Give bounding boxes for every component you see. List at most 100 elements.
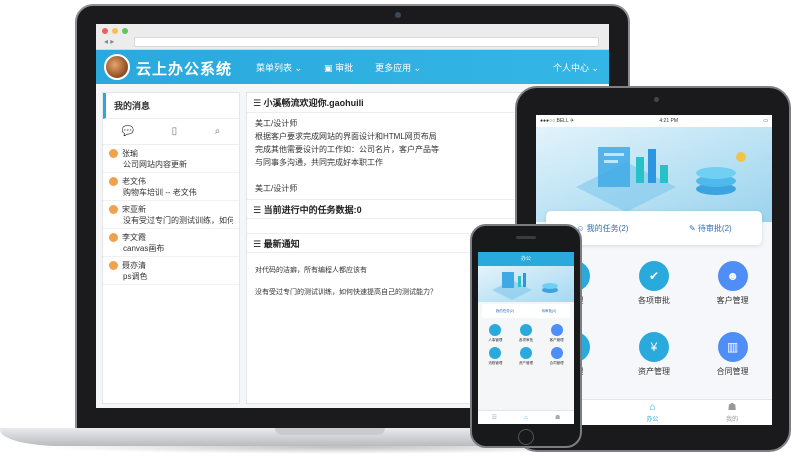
maximize-dot-icon[interactable] (122, 28, 128, 34)
app-tile-label: 客户管理 (716, 296, 749, 305)
laptop-camera (395, 12, 401, 18)
message-sender: 老文伟 (122, 177, 146, 186)
message-text: 公司网站内容更新 (123, 160, 187, 169)
person-icon[interactable]: ☗ (555, 414, 560, 421)
pending-approval-label: 待审批(2) (697, 223, 732, 233)
browser-nav-arrows-icon[interactable]: ◂ ▸ (104, 37, 114, 46)
avatar (109, 233, 118, 242)
menu-item-more-apps[interactable]: 更多应用 ⌄ (375, 61, 421, 74)
message-text: 没有受过专门的测试训练，如何快速提高... (123, 216, 233, 225)
app-tile[interactable]: ¥ 资产管理 (615, 332, 694, 395)
message-sender: 宋亚新 (122, 205, 146, 214)
tasks-title-text: 当前进行中的任务数据:0 (263, 205, 362, 215)
clock: 4:21 PM (659, 118, 678, 124)
app-tile-label: 资产管理 (518, 361, 533, 365)
asset-icon (519, 347, 532, 359)
home-icon: ⌂ (649, 402, 656, 413)
avatar (109, 261, 118, 270)
app-tile-label: 客户管理 (549, 338, 564, 342)
customer-icon (550, 324, 563, 336)
avatar (109, 149, 118, 158)
pending-approval-button[interactable]: 待审批(2) (541, 309, 556, 314)
folder-icon (489, 347, 502, 359)
message-text: 购物车培训 -- 老文伟 (123, 188, 197, 197)
laptop-notch (275, 428, 385, 435)
app-tile[interactable]: 合同管理 (541, 347, 572, 366)
my-tasks-button[interactable]: 我的任务(2) (496, 309, 514, 314)
phone-header: 办公 (478, 252, 574, 266)
my-tasks-button[interactable]: ☺ 我的任务(2) (576, 223, 628, 234)
isometric-illustration (492, 272, 558, 300)
notice-text: 没有受过专门的测试训练，如何快速提高自己的测试能力？ (255, 289, 437, 296)
user-icon (489, 324, 502, 336)
nav-tab-office[interactable]: ⌂ 办公 (646, 402, 658, 423)
message-item[interactable]: 张瑜 公司网站内容更新 (103, 145, 239, 173)
app-tile[interactable]: 各项审批 (511, 324, 542, 343)
notices-title-text: 最新通知 (263, 239, 300, 249)
app-tile-label: 各项审批 (518, 338, 533, 342)
app-tile[interactable]: 流程管理 (480, 347, 511, 366)
message-text: canvas画布 (123, 244, 165, 253)
chat-icon[interactable]: 💬 (122, 126, 134, 137)
asset-icon: ¥ (638, 332, 669, 362)
app-tile[interactable]: ☻ 客户管理 (693, 261, 772, 324)
person-icon: ☗ (727, 402, 737, 413)
home-icon[interactable]: ⌂ (524, 415, 528, 421)
minimize-dot-icon[interactable] (112, 28, 118, 34)
search-icon[interactable]: ⌕ (215, 126, 221, 137)
avatar (109, 177, 118, 186)
battery-icon: ▭ (763, 118, 768, 124)
messages-panel-title: 我的消息 (103, 93, 239, 119)
menu-item-menu-list[interactable]: 菜单列表 ⌄ (256, 61, 302, 74)
nav-tab-label: 我的 (726, 417, 739, 423)
tablet-status-bar: ●●●○○ BELL ✈ 4:21 PM ▭ (536, 115, 772, 127)
phone-icon[interactable]: ▯ (172, 126, 178, 137)
notice-text: 对代码的洁癖，所有编程人都应该有 (255, 267, 367, 274)
app-tile[interactable]: 人事管理 (480, 324, 511, 343)
phone-bottom-nav: ☰ ⌂ ☗ (478, 410, 574, 424)
menu-item-approval[interactable]: ▣ 审批 (324, 61, 353, 74)
contract-icon: ▥ (717, 332, 748, 362)
message-item[interactable]: 聂亦清 ps调色 (103, 257, 239, 285)
contract-icon (550, 347, 563, 359)
message-item[interactable]: 宋亚新 没有受过专门的测试训练，如何快速提高... (103, 201, 239, 229)
phone-home-button[interactable] (518, 429, 534, 445)
window-controls (102, 28, 128, 34)
phone-speaker (516, 236, 536, 239)
tablet-banner-illustration (536, 127, 772, 222)
address-bar[interactable] (134, 37, 599, 47)
app-tile-label: 合同管理 (549, 361, 564, 365)
app-tile[interactable]: ▥ 合同管理 (693, 332, 772, 395)
messages-tabs: 💬 ▯ ⌕ (103, 119, 239, 145)
customer-icon: ☻ (717, 261, 748, 291)
app-tile[interactable]: 客户管理 (541, 324, 572, 343)
welcome-title-text: 小溪畅流欢迎你.gaohuili (263, 98, 364, 108)
message-item[interactable]: 李文霞 canvas画布 (103, 229, 239, 257)
phone-screen: 办公 我的任务(2) 待审批(2) 人事管理 各项审批 客户管理 流程管理 资产… (478, 252, 574, 424)
nav-tab-mine[interactable]: ☗ 我的 (726, 402, 738, 423)
isometric-illustration (576, 147, 746, 212)
app-tile[interactable]: 资产管理 (511, 347, 542, 366)
list-icon[interactable]: ☰ (492, 414, 497, 421)
signal-status: ●●●○○ BELL ✈ (540, 118, 575, 124)
message-sender: 李文霞 (122, 233, 146, 242)
logo-avatar (104, 54, 130, 80)
tablet-camera (654, 97, 659, 102)
app-tile-label: 合同管理 (716, 367, 749, 376)
approve-icon (519, 324, 532, 336)
message-text: ps调色 (123, 272, 148, 281)
message-sender: 张瑜 (122, 149, 138, 158)
messages-panel: 我的消息 💬 ▯ ⌕ 张瑜 公司网站内容更新 老文伟 购物车培训 -- 老文伟 … (102, 92, 240, 404)
pending-approval-button[interactable]: ✎ 待审批(2) (689, 223, 732, 234)
phone-app-grid: 人事管理 各项审批 客户管理 流程管理 资产管理 合同管理 (478, 320, 574, 370)
close-dot-icon[interactable] (102, 28, 108, 34)
nav-tab-label: 办公 (646, 417, 659, 423)
app-tile-label: 各项审批 (637, 296, 670, 305)
approve-icon: ✔ (638, 261, 669, 291)
user-center-menu[interactable]: 个人中心 ⌄ (553, 61, 599, 74)
my-tasks-label: 我的任务(2) (586, 223, 629, 233)
message-item[interactable]: 老文伟 购物车培训 -- 老文伟 (103, 173, 239, 201)
app-tile[interactable]: ✔ 各项审批 (615, 261, 694, 324)
device-mockup-stage: ◂ ▸ 云上办公系统 菜单列表 ⌄ ▣ 审批 更多应用 ⌄ 个人中心 ⌄ 我的消… (0, 0, 800, 460)
app-tile-label: 流程管理 (488, 361, 503, 365)
